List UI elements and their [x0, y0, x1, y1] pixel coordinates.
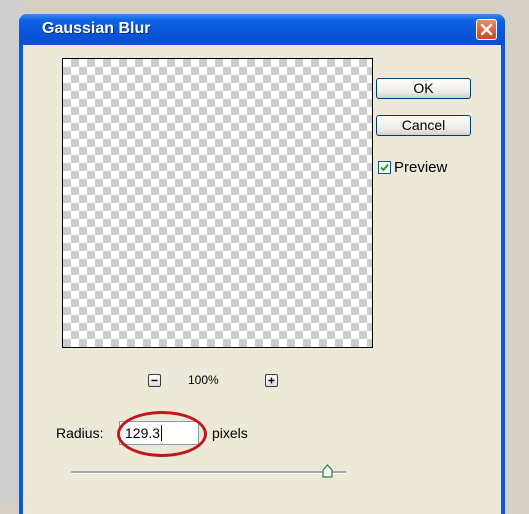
gaussian-blur-dialog: Gaussian Blur OK Cancel Preview 100% Rad…	[19, 14, 505, 514]
preview-area[interactable]	[62, 58, 373, 348]
close-icon	[480, 23, 493, 36]
checkmark-icon	[380, 163, 389, 172]
preview-label: Preview	[394, 159, 448, 176]
radius-label: Radius:	[56, 425, 104, 441]
minus-icon	[151, 379, 158, 382]
ok-button[interactable]: OK	[376, 78, 471, 99]
cancel-button[interactable]: Cancel	[376, 115, 471, 136]
radius-slider-thumb[interactable]	[322, 464, 333, 478]
dialog-body: OK Cancel Preview 100% Radius: 129.3 pix…	[23, 45, 501, 514]
title-bar[interactable]: Gaussian Blur	[19, 14, 505, 45]
highlight-annotation-circle	[117, 411, 207, 457]
zoom-level: 100%	[188, 373, 219, 387]
desktop-background	[0, 0, 19, 500]
preview-checkbox[interactable]	[378, 161, 391, 174]
zoom-out-button[interactable]	[148, 374, 161, 387]
zoom-in-button[interactable]	[265, 374, 278, 387]
plus-icon	[268, 377, 275, 384]
radius-slider-track[interactable]	[71, 471, 346, 474]
dialog-title: Gaussian Blur	[42, 20, 151, 37]
close-button[interactable]	[476, 19, 497, 40]
radius-unit-label: pixels	[212, 425, 248, 441]
